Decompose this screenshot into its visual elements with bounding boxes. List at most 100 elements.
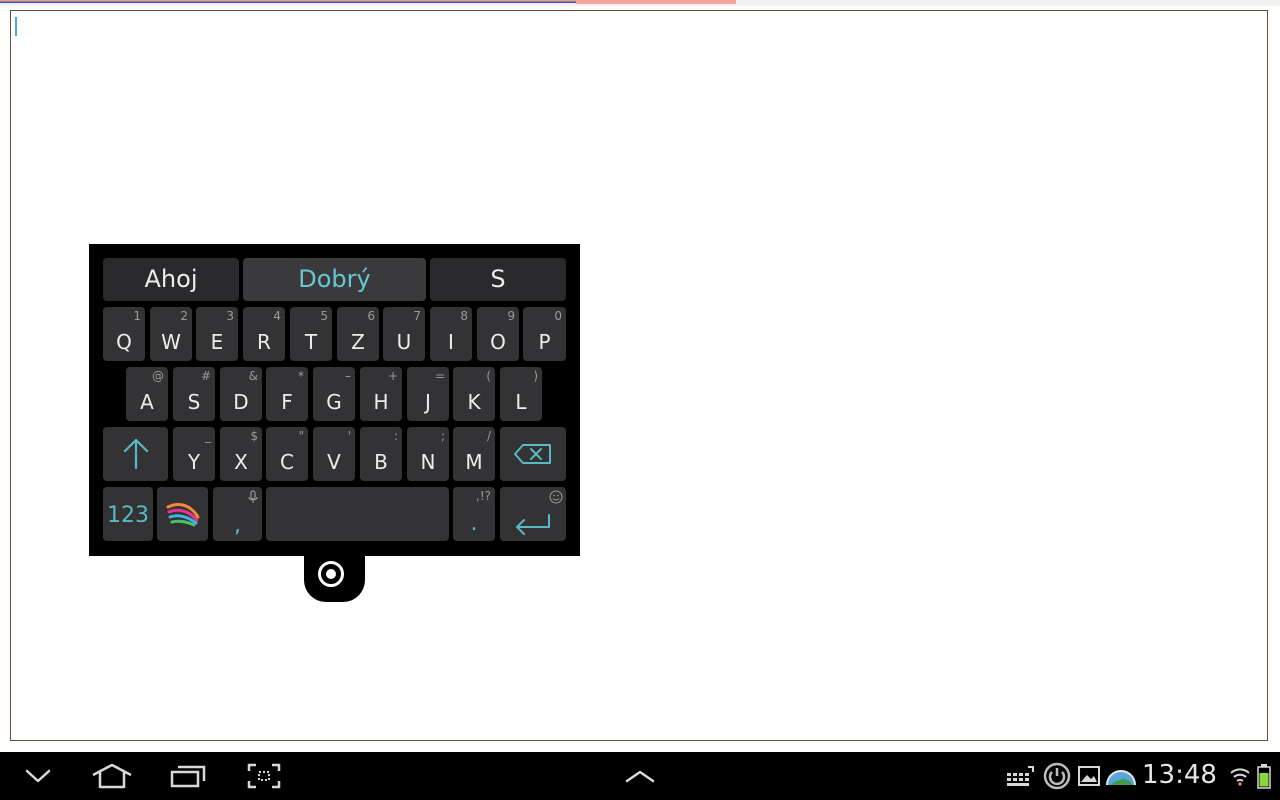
key-m[interactable]: / M bbox=[453, 427, 495, 481]
enter-key[interactable] bbox=[500, 487, 566, 541]
key-m-sub: / bbox=[486, 429, 491, 443]
key-u-sub: 7 bbox=[413, 309, 421, 323]
key-g-label: G bbox=[326, 390, 342, 414]
gallery-icon bbox=[1076, 752, 1102, 800]
key-f-label: F bbox=[281, 390, 293, 414]
recent-apps-icon[interactable] bbox=[168, 752, 208, 800]
key-k-sub: ( bbox=[486, 369, 491, 383]
system-navigation-bar: 13:48 bbox=[0, 752, 1280, 800]
key-z-sub: 6 bbox=[367, 309, 375, 323]
key-l[interactable]: ) L bbox=[500, 367, 542, 421]
key-b-sub: : bbox=[393, 429, 398, 443]
key-i-label: I bbox=[448, 330, 454, 354]
key-b[interactable]: :B bbox=[360, 427, 402, 481]
comma-key[interactable]: , bbox=[213, 487, 262, 541]
keyboard-handle[interactable] bbox=[304, 555, 365, 602]
key-n[interactable]: ; N bbox=[407, 427, 449, 481]
backspace-key[interactable] bbox=[500, 427, 566, 481]
key-u[interactable]: 7U bbox=[383, 307, 425, 361]
chevron-up-icon[interactable] bbox=[622, 752, 658, 800]
suggestion-1[interactable]: Ahoj bbox=[103, 258, 239, 301]
key-o-sub: 9 bbox=[507, 309, 515, 323]
key-v-sub: ' bbox=[347, 429, 351, 443]
key-j-sub: = bbox=[434, 369, 445, 383]
key-z[interactable]: 6Z bbox=[337, 307, 379, 361]
key-b-label: B bbox=[374, 450, 388, 474]
key-q[interactable]: 1Q bbox=[103, 307, 145, 361]
key-a[interactable]: @ A bbox=[126, 367, 168, 421]
key-t[interactable]: 5T bbox=[290, 307, 332, 361]
key-j[interactable]: = J bbox=[407, 367, 449, 421]
key-d-label: D bbox=[233, 390, 249, 414]
key-r[interactable]: 4R bbox=[243, 307, 285, 361]
battery-icon bbox=[1254, 752, 1274, 800]
key-i[interactable]: 8I bbox=[430, 307, 472, 361]
key-d-sub: & bbox=[248, 369, 258, 383]
numbers-key-label: 123 bbox=[107, 503, 149, 528]
key-n-sub: ; bbox=[440, 429, 445, 443]
suggestion-2[interactable]: Dobrý bbox=[243, 258, 426, 301]
keyboard-icon bbox=[1004, 752, 1036, 800]
floating-keyboard: Ahoj Dobrý S 1Q 2W 3E 4R 5T 6Z 7U 8I 9O … bbox=[89, 244, 580, 556]
swiftkey-key[interactable] bbox=[157, 487, 208, 541]
screenshot-icon[interactable] bbox=[244, 752, 284, 800]
key-q-label: Q bbox=[116, 330, 132, 354]
key-h-sub: + bbox=[387, 369, 398, 383]
key-k[interactable]: (K bbox=[453, 367, 495, 421]
swiftkey-logo-icon bbox=[166, 503, 200, 527]
key-q-sub: 1 bbox=[133, 309, 141, 323]
suggestion-3[interactable]: S bbox=[430, 258, 566, 301]
enter-icon bbox=[516, 514, 550, 535]
key-w-sub: 2 bbox=[180, 309, 188, 323]
key-x[interactable]: $ X bbox=[220, 427, 262, 481]
shift-key[interactable] bbox=[103, 427, 168, 481]
hide-keyboard-icon[interactable] bbox=[20, 752, 56, 800]
key-t-label: T bbox=[304, 330, 318, 354]
key-n-label: N bbox=[420, 450, 436, 474]
key-l-sub: ) bbox=[533, 369, 538, 383]
key-c[interactable]: " C bbox=[266, 427, 308, 481]
key-f[interactable]: * F bbox=[266, 367, 308, 421]
weather-icon bbox=[1104, 752, 1138, 800]
progress-buffer bbox=[576, 0, 736, 4]
text-cursor bbox=[15, 17, 17, 36]
period-key[interactable]: ,!? . bbox=[453, 487, 495, 541]
key-d[interactable]: & D bbox=[220, 367, 262, 421]
key-u-label: U bbox=[396, 330, 412, 354]
space-key[interactable] bbox=[266, 487, 449, 541]
key-h[interactable]: + H bbox=[360, 367, 402, 421]
key-h-label: H bbox=[373, 390, 389, 414]
wifi-icon bbox=[1228, 752, 1252, 800]
key-w[interactable]: 2W bbox=[150, 307, 192, 361]
clock: 13:48 bbox=[1142, 760, 1217, 790]
power-icon[interactable] bbox=[1042, 752, 1072, 800]
home-icon[interactable] bbox=[90, 752, 134, 800]
key-m-label: M bbox=[465, 450, 483, 474]
key-y-label: Y bbox=[187, 450, 201, 474]
key-y[interactable]: _ Y bbox=[173, 427, 215, 481]
key-g[interactable]: – G bbox=[313, 367, 355, 421]
smiley-icon bbox=[549, 490, 563, 504]
shift-arrow-up-icon bbox=[123, 438, 149, 470]
key-c-label: C bbox=[280, 450, 294, 474]
key-s-sub: # bbox=[200, 369, 211, 383]
microphone-icon bbox=[248, 490, 258, 503]
numbers-key[interactable]: 123 bbox=[103, 487, 153, 541]
key-o-label: O bbox=[490, 330, 506, 354]
key-x-label: X bbox=[234, 450, 248, 474]
key-t-sub: 5 bbox=[320, 309, 328, 323]
key-p[interactable]: 0P bbox=[523, 307, 566, 361]
key-s[interactable]: # S bbox=[173, 367, 215, 421]
key-p-label: P bbox=[538, 330, 551, 354]
key-i-sub: 8 bbox=[460, 309, 468, 323]
key-r-sub: 4 bbox=[273, 309, 281, 323]
key-o[interactable]: 9O bbox=[477, 307, 519, 361]
key-g-sub: – bbox=[345, 369, 351, 383]
backspace-icon bbox=[514, 444, 551, 464]
key-v[interactable]: ' V bbox=[313, 427, 355, 481]
key-e[interactable]: 3E bbox=[196, 307, 238, 361]
period-key-sub: ,!? bbox=[476, 489, 491, 503]
key-l-label: L bbox=[515, 390, 527, 414]
key-e-label: E bbox=[210, 330, 224, 354]
key-y-sub: _ bbox=[205, 429, 211, 443]
